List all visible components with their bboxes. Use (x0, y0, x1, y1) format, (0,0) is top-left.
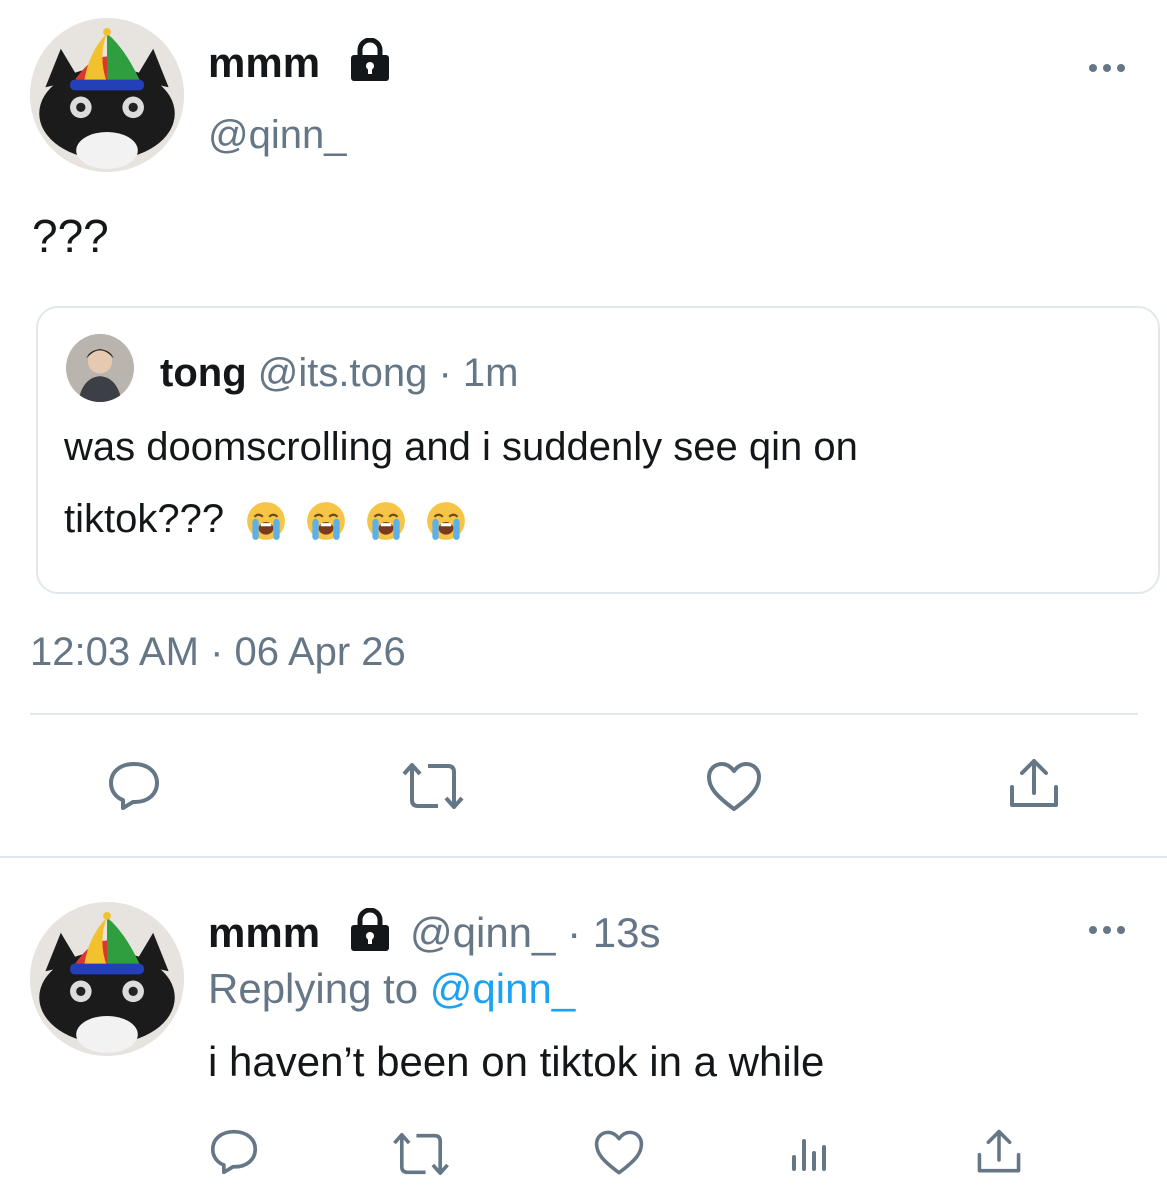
analytics-icon[interactable] (786, 1130, 832, 1176)
quoted-header: tong @its.tong · 1m (160, 348, 518, 398)
loudly-crying-face-emoji (247, 502, 286, 541)
replying-to-handle[interactable]: @qinn_ (430, 965, 575, 1012)
lock-icon (347, 907, 393, 952)
retweet-icon[interactable] (398, 760, 468, 812)
reply-age: 13s (592, 909, 661, 956)
tweet-text: ??? (32, 210, 109, 262)
quoted-tweet[interactable]: tong @its.tong · 1m was doomscrolling an… (36, 306, 1160, 594)
reply-display-name[interactable]: mmm (208, 909, 320, 956)
handle[interactable]: @qinn_ (208, 110, 346, 160)
quoted-display-name[interactable]: tong (160, 351, 247, 395)
quoted-text-line2: tiktok??? (64, 494, 467, 544)
replying-to: Replying to @qinn_ (208, 964, 575, 1014)
quoted-avatar (66, 334, 134, 402)
replying-to-label: Replying to (208, 965, 419, 1012)
more-icon[interactable] (1089, 926, 1125, 934)
quoted-handle[interactable]: @its.tong (258, 351, 428, 395)
loudly-crying-face-emoji (367, 502, 406, 541)
reply-icon[interactable] (104, 758, 164, 814)
display-name-text: mmm (208, 39, 321, 86)
lock-icon (347, 37, 393, 82)
tweet-timestamp[interactable]: 12:03 AM · 06 Apr 26 (30, 626, 406, 678)
divider (30, 713, 1138, 715)
avatar[interactable] (30, 902, 184, 1056)
display-name[interactable]: mmm (208, 38, 320, 88)
emoji-row (245, 500, 467, 542)
like-icon[interactable] (704, 760, 764, 814)
retweet-icon[interactable] (388, 1130, 454, 1178)
like-icon[interactable] (592, 1128, 646, 1178)
quoted-text-line1: was doomscrolling and i suddenly see qin… (64, 425, 858, 469)
divider (0, 856, 1167, 858)
loudly-crying-face-emoji (307, 502, 346, 541)
reply-icon[interactable] (206, 1126, 262, 1178)
separator-dot: · (567, 909, 582, 956)
reply-meta: @qinn_ · 13s (410, 908, 660, 958)
reply-text: i haven’t been on tiktok in a while (208, 1038, 825, 1085)
quoted-text-line2-text: tiktok??? (64, 497, 225, 541)
separator-dot: · (438, 351, 452, 395)
more-icon[interactable] (1089, 64, 1125, 72)
share-icon[interactable] (972, 1126, 1026, 1178)
quoted-age: 1m (462, 351, 519, 395)
reply-header: mmm (208, 908, 320, 958)
loudly-crying-face-emoji (427, 502, 466, 541)
share-icon[interactable] (1004, 756, 1064, 812)
avatar[interactable] (30, 18, 184, 172)
reply-handle[interactable]: @qinn_ (410, 909, 555, 956)
